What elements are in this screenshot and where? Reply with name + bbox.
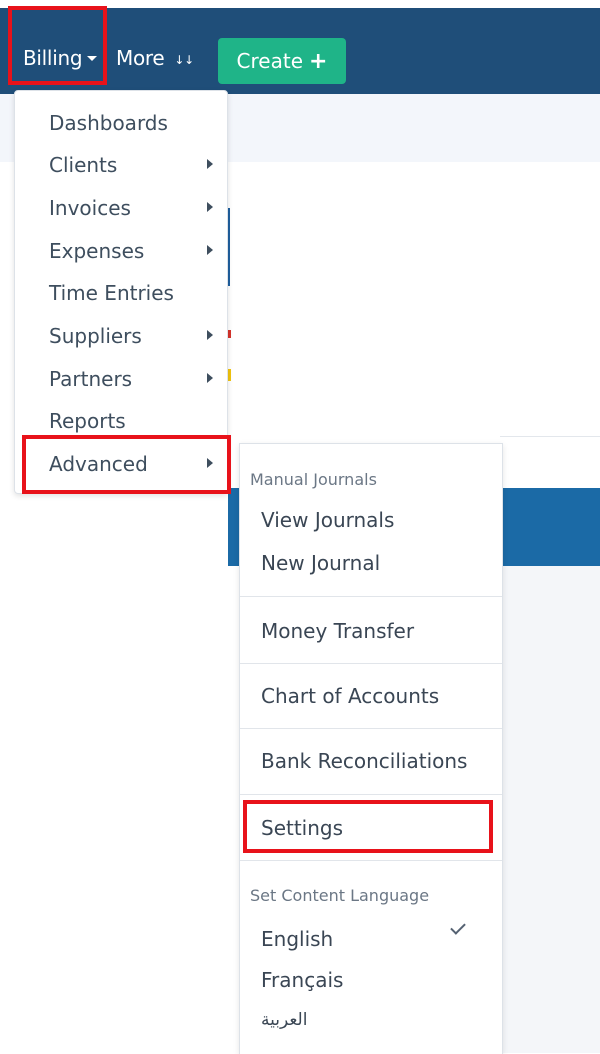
menu-item-dashboards[interactable]: Dashboards <box>49 111 168 135</box>
language-option-english[interactable]: English <box>261 927 333 951</box>
background-divider <box>500 436 600 437</box>
bank-reconciliations-link[interactable]: Bank Reconciliations <box>261 749 467 773</box>
create-label: Create <box>236 49 304 73</box>
caret-right-icon <box>207 159 213 169</box>
double-chevron-down-icon: ↓↓ <box>174 52 194 67</box>
caret-right-icon <box>207 202 213 212</box>
view-journals-link[interactable]: View Journals <box>261 508 394 532</box>
highlight-settings <box>243 800 493 853</box>
checkmark-icon <box>450 919 466 935</box>
new-journal-link[interactable]: New Journal <box>261 551 380 575</box>
menu-item-time-entries[interactable]: Time Entries <box>49 281 174 305</box>
menu-item-invoices[interactable]: Invoices <box>49 196 131 220</box>
background-panel <box>500 566 600 1053</box>
menu-divider <box>240 728 502 729</box>
menu-item-partners[interactable]: Partners <box>49 367 132 391</box>
chart-of-accounts-link[interactable]: Chart of Accounts <box>261 684 439 708</box>
menu-divider <box>240 794 502 795</box>
menu-divider <box>240 860 502 861</box>
caret-right-icon <box>207 330 213 340</box>
menu-divider <box>240 596 502 597</box>
menu-item-clients[interactable]: Clients <box>49 153 117 177</box>
language-option-arabic[interactable]: العربية <box>261 1010 307 1030</box>
highlight-advanced <box>22 435 231 494</box>
highlight-billing <box>8 6 107 85</box>
menu-item-expenses[interactable]: Expenses <box>49 239 144 263</box>
menu-item-reports[interactable]: Reports <box>49 409 126 433</box>
more-label: More <box>116 46 165 70</box>
advanced-submenu: Manual Journals View Journals New Journa… <box>239 443 503 1054</box>
plus-icon: + <box>309 49 328 74</box>
manual-journals-header: Manual Journals <box>250 470 377 489</box>
content-language-header: Set Content Language <box>250 886 430 905</box>
menu-item-suppliers[interactable]: Suppliers <box>49 324 142 348</box>
money-transfer-link[interactable]: Money Transfer <box>261 619 414 643</box>
caret-right-icon <box>207 373 213 383</box>
more-menu-toggle[interactable]: More ↓↓ <box>116 46 194 70</box>
create-button[interactable]: Create + <box>218 38 346 84</box>
language-option-french[interactable]: Français <box>261 968 343 992</box>
caret-right-icon <box>207 245 213 255</box>
billing-dropdown-menu: Dashboards Clients Invoices Expenses Tim… <box>14 90 228 494</box>
menu-divider <box>240 663 502 664</box>
